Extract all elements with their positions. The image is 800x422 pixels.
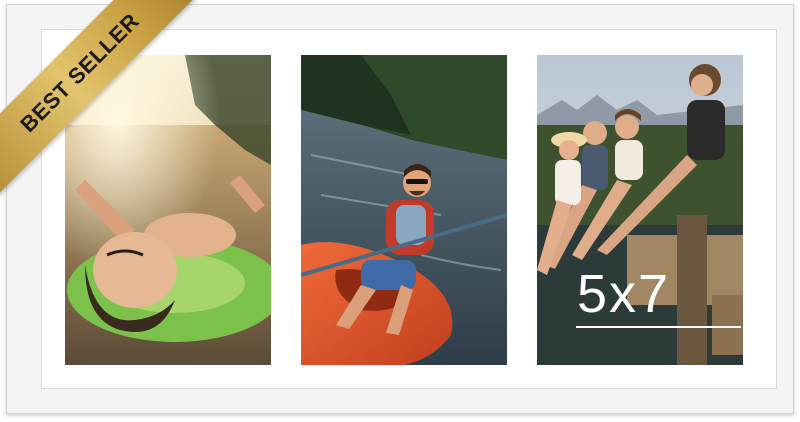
photo-kayak bbox=[301, 55, 507, 365]
size-label-underline bbox=[576, 326, 741, 328]
size-label: 5x7 bbox=[577, 264, 671, 324]
photo-float-ring bbox=[65, 55, 271, 365]
